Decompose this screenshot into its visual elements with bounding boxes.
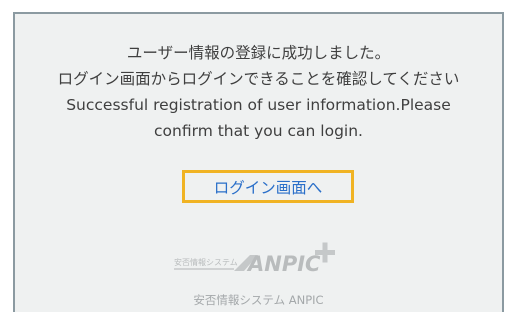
message-line-ja-1: ユーザー情報の登録に成功しました。 [126, 44, 391, 62]
registration-success-panel: ユーザー情報の登録に成功しました。 ログイン画面からログインできることを確認して… [13, 12, 504, 312]
message-line-en-2: confirm that you can login. [154, 122, 363, 140]
logo-brand-text: ANPIC [246, 252, 321, 276]
success-message: ユーザー情報の登録に成功しました。 ログイン画面からログインできることを確認して… [15, 40, 502, 144]
logo-caption: 安否情報システム ANPIC [193, 293, 324, 307]
message-line-en-1: Successful registration of user informat… [66, 96, 451, 114]
login-screen-link[interactable]: ログイン画面へ [182, 170, 354, 203]
logo-small-text: 安否情報システム [174, 257, 238, 267]
anpic-logo: 安否情報システム ANPIC [174, 242, 335, 276]
login-screen-link-label: ログイン画面へ [213, 178, 323, 197]
message-line-ja-2: ログイン画面からログインできることを確認してください [57, 70, 460, 88]
